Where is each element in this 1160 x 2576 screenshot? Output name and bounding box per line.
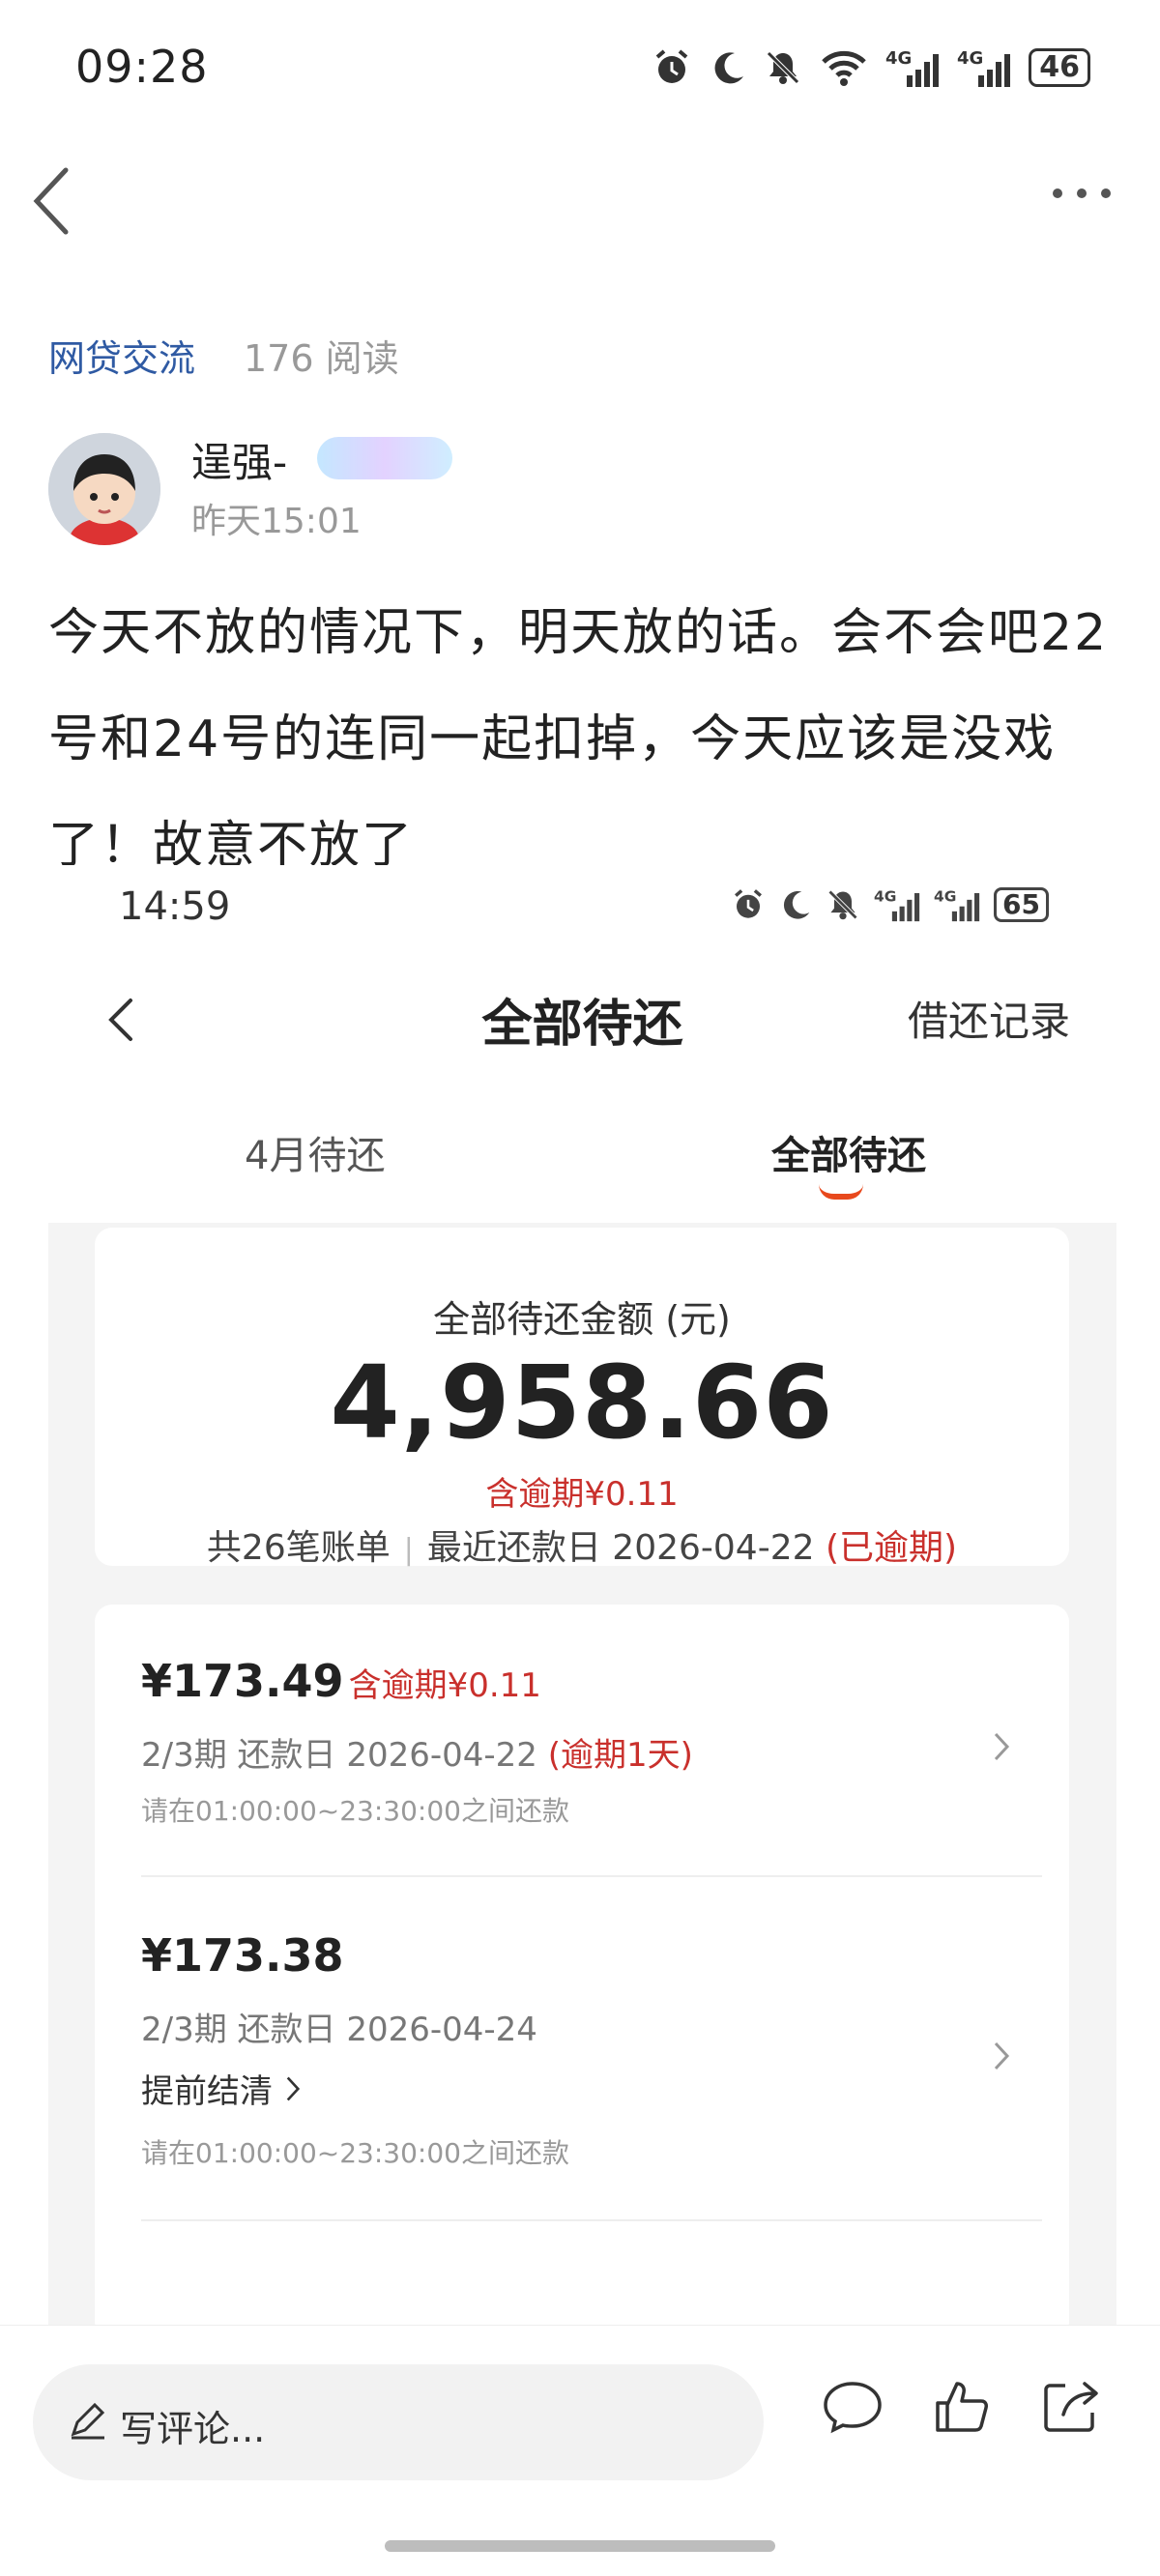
summary-overdue: 含逾期¥0.11 [485,1475,679,1514]
pen-icon [71,2402,105,2440]
bill-amount-2: ¥173.38 [141,1929,344,1982]
image-tab-april: 4月待还 [245,1134,386,1178]
chevron-right-icon [994,1732,1010,1761]
image-summary-card: 全部待还金额 (元) 4,958.66 含逾期¥0.11 共26笔账单 | 最近还款… [95,1228,1069,1568]
more-options-icon[interactable] [1048,179,1116,208]
image-record-link: 借还记录 [907,998,1070,1045]
post-time: 昨天15:01 [191,502,362,541]
bill-divider [141,1875,1042,1877]
image-status-icons: 4G 4G 65 [731,886,1049,923]
bill-due-date: 2/3期 还款日 2026-04-22 [141,1736,537,1775]
comment-input[interactable]: 写评论... [33,2364,764,2480]
bill-hint-1: 请在01:00:00~23:30:00之间还款 [141,1795,569,1827]
summary-label: 全部待还金额 (元) [433,1298,731,1341]
summary-count: 共26笔账单 [206,1528,391,1568]
summary-separator: | [403,1533,414,1567]
image-signal-4g-icon-2: 4G [934,888,980,922]
image-signal-4g-icon: 4G [874,888,920,922]
avatar[interactable] [48,433,160,545]
bottom-action-bar: 写评论... [0,2325,1160,2576]
image-moon-icon [783,891,810,919]
image-tab-all: 全部待还 [771,1134,926,1178]
mute-bell-icon [767,51,800,84]
post-image[interactable]: 14:59 4G 4G 65 全部待还 借还记录 4月待还 全部待还 全部待还金… [48,865,1116,2334]
user-badge-icon [317,437,452,479]
early-settle-link: 提前结清 [141,2065,302,2112]
comment-placeholder: 写评论... [120,2408,266,2450]
bill-amount: ¥173.49 [141,1655,344,1707]
bill-due-1: 2/3期 还款日 2026-04-22 (逾期1天) [141,1728,693,1776]
post-body: 今天不放的情况下，明天放的话。会不会吧22号和24号的连同一起扣掉，今天应该是没… [48,604,1109,875]
like-icon[interactable] [932,2376,994,2438]
wifi-icon [822,50,866,86]
image-status-time: 14:59 [119,884,231,929]
image-mute-bell-icon [827,889,858,920]
svg-text:4G: 4G [934,888,956,906]
chevron-right-small-icon [286,2076,301,2100]
svg-text:4G: 4G [874,888,896,906]
chevron-right-icon-2 [994,2041,1010,2070]
status-icons: 4G 4G 46 [652,46,1090,89]
summary-amount: 4,958.66 [330,1344,834,1462]
bill-due-2: 2/3期 还款日 2026-04-24 [141,2011,537,2049]
svg-text:4G: 4G [885,48,912,69]
moon-icon [714,52,744,84]
status-time: 09:28 [75,41,209,93]
image-tab-indicator [819,1184,863,1200]
home-indicator[interactable] [385,2540,775,2552]
forum-tag-link[interactable]: 网贷交流 [48,329,195,382]
back-button[interactable] [25,162,83,240]
summary-overdue-flag: (已逾期) [825,1528,958,1568]
svg-text:4G: 4G [957,48,983,69]
image-battery-indicator: 65 [994,887,1049,922]
alarm-icon [655,49,688,83]
bill-hint-2: 请在01:00:00~23:30:00之间还款 [141,2137,569,2169]
bill-divider-2 [141,2219,1042,2221]
bill-item-1: ¥173.49 含逾期¥0.11 [141,1655,541,1707]
signal-4g-icon-2: 4G [957,48,1011,87]
image-bills-card: ¥173.49 含逾期¥0.11 2/3期 还款日 2026-04-22 (逾期… [95,1605,1069,2334]
battery-indicator: 46 [1029,48,1090,87]
share-icon[interactable] [1040,2376,1102,2438]
username[interactable]: 逞强- [191,430,287,489]
bill-due-flag: (逾期1天) [547,1736,693,1775]
comment-icon[interactable] [822,2376,884,2438]
signal-4g-icon: 4G [885,48,940,87]
image-alarm-icon [735,889,763,918]
summary-recent-due: 最近还款日 2026-04-22 [426,1528,815,1568]
read-count: 176 阅读 [244,337,399,380]
bill-overdue: 含逾期¥0.11 [348,1666,541,1705]
summary-info: 共26笔账单 | 最近还款日 2026-04-22 (已逾期) [95,1520,1069,1570]
early-settle-label: 提前结清 [141,2072,273,2111]
